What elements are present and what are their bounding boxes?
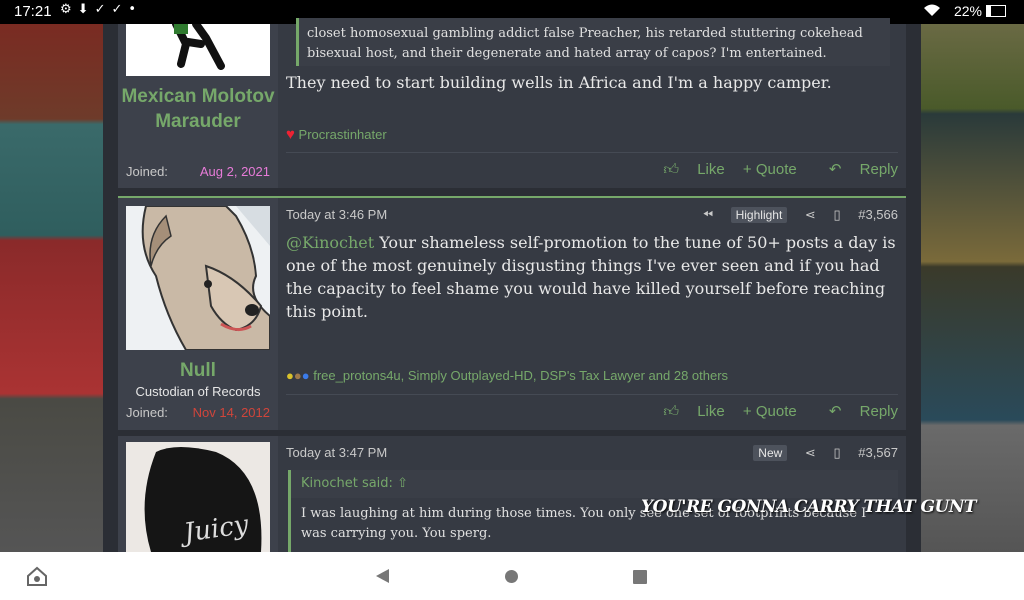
- joined-date: Joined: Nov 14, 2012: [126, 405, 270, 420]
- joined-date: Joined: Aug 2, 2021: [126, 164, 270, 179]
- pineapple-icon: ●: [286, 368, 294, 383]
- seal-icon: ●: [293, 368, 302, 383]
- post-meta: Today at 3:46 PM ⏪︎ Highlight ⋖ ▯ #3,566: [286, 207, 898, 223]
- battery-percent: 22%: [953, 3, 982, 19]
- reaction-users[interactable]: Procrastinhater: [299, 127, 387, 142]
- new-badge: New: [753, 445, 788, 461]
- post-actions: 👍︎ Like + Quote ↶ Reply: [286, 394, 898, 429]
- post: Mexican Molotov Marauder Joined: Aug 2, …: [118, 18, 906, 188]
- arrow-up-circle-icon[interactable]: ⇧: [397, 476, 408, 491]
- bookmark-icon[interactable]: ▯: [833, 445, 840, 460]
- download-icon: ⬇: [77, 2, 95, 17]
- post-timestamp[interactable]: Today at 3:47 PM: [286, 445, 387, 460]
- bookmark-icon[interactable]: ▯: [833, 207, 840, 222]
- gear-icon: ⚙: [60, 2, 78, 17]
- reaction-icons: ●●●: [286, 368, 310, 383]
- post-actions: 👍︎ Like + Quote ↶ Reply: [286, 152, 898, 187]
- reply-icon: ↶: [828, 161, 842, 178]
- user-info: Null Custodian of Records Joined: Nov 14…: [118, 198, 278, 430]
- post-number[interactable]: #3,567: [858, 445, 898, 460]
- quote-button[interactable]: + Quote: [743, 403, 797, 420]
- app-home-icon[interactable]: [26, 566, 47, 586]
- reply-button[interactable]: ↶ Reply: [815, 161, 898, 178]
- post: Juicy Today at 3:47 PM New ⋖ ▯ #3,567 Ki…: [118, 436, 906, 556]
- like-button[interactable]: 👍︎ Like: [649, 403, 724, 420]
- quote-header[interactable]: Kinochet said: ⇧: [291, 470, 898, 498]
- username[interactable]: Mexican Molotov Marauder: [118, 84, 278, 134]
- quote-button[interactable]: + Quote: [743, 161, 797, 178]
- check-icon: ✓: [111, 2, 129, 17]
- post-number[interactable]: #3,566: [858, 207, 898, 222]
- share-icon[interactable]: ⋖: [805, 207, 816, 222]
- reply-icon: ↶: [828, 403, 842, 420]
- thumbs-up-icon: 👍︎: [663, 403, 680, 420]
- highlight-badge: Highlight: [730, 207, 788, 223]
- wifi-icon: [922, 2, 942, 22]
- quote-block: closet homosexual gambling addict false …: [296, 18, 890, 66]
- like-button[interactable]: 👍︎ Like: [649, 161, 724, 178]
- rewind-icon[interactable]: ⏪︎: [703, 207, 713, 222]
- avatar[interactable]: [126, 24, 270, 76]
- reactions-bar[interactable]: ●●● free_protons4u, Simply Outplayed-HD,…: [286, 368, 728, 383]
- background-comic-right: [921, 24, 1024, 552]
- post-meta: Today at 3:47 PM New ⋖ ▯ #3,567: [286, 445, 898, 461]
- post: Null Custodian of Records Joined: Nov 14…: [118, 196, 906, 430]
- thumbs-up-icon: 👍︎: [663, 161, 680, 178]
- dot-icon: •: [128, 2, 143, 17]
- post-body: They need to start building wells in Afr…: [286, 73, 832, 92]
- battery-status: 22%: [954, 3, 1006, 19]
- thumbs-up-icon: ●: [301, 368, 310, 383]
- clock: 17:21: [14, 3, 52, 20]
- post-main: closet homosexual gambling addict false …: [286, 18, 898, 188]
- post-main: Today at 3:47 PM New ⋖ ▯ #3,567 Kinochet…: [286, 436, 898, 556]
- heart-icon: ♥: [286, 126, 295, 143]
- background-caption: YOU'RE GONNA CARRY THAT GUNT: [641, 497, 977, 517]
- post-body: @Kinochet Your shameless self-promotion …: [286, 233, 896, 321]
- notification-icons: ⚙⬇✓✓•: [60, 2, 142, 17]
- share-icon[interactable]: ⋖: [805, 445, 816, 460]
- reply-button[interactable]: ↶ Reply: [815, 403, 898, 420]
- battery-icon: [986, 5, 1006, 17]
- navigation-bar: [0, 552, 1024, 600]
- user-info: Mexican Molotov Marauder Joined: Aug 2, …: [118, 24, 278, 188]
- reaction-users[interactable]: free_protons4u, Simply Outplayed-HD, DSP…: [313, 368, 728, 383]
- recent-apps-icon[interactable]: [633, 570, 647, 584]
- home-icon[interactable]: [505, 570, 518, 583]
- user-info: Juicy: [118, 436, 278, 552]
- avatar[interactable]: Juicy: [126, 442, 270, 552]
- username[interactable]: Null: [118, 358, 278, 383]
- reactions-bar[interactable]: ♥ Procrastinhater: [286, 126, 387, 143]
- avatar[interactable]: [126, 206, 270, 350]
- check-icon: ✓: [94, 2, 112, 17]
- back-icon[interactable]: [376, 569, 389, 583]
- user-title: Custodian of Records: [135, 384, 261, 399]
- mention-link[interactable]: @Kinochet: [286, 233, 374, 252]
- post-timestamp[interactable]: Today at 3:46 PM: [286, 207, 387, 222]
- post-main: Today at 3:46 PM ⏪︎ Highlight ⋖ ▯ #3,566…: [286, 198, 898, 430]
- background-comic-left: [0, 24, 103, 552]
